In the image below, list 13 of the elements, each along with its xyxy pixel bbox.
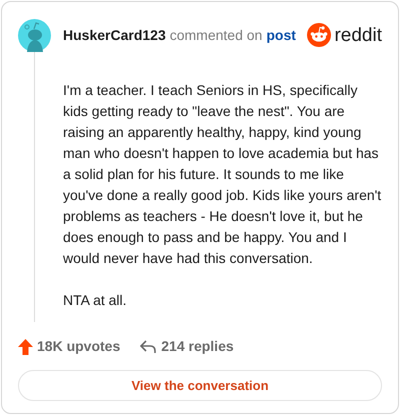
upvote-count: 18K upvotes: [37, 337, 120, 356]
reply-arrow-icon[interactable]: [140, 340, 156, 354]
post-link[interactable]: post: [266, 24, 296, 46]
comment-paragraph: NTA at all.: [63, 291, 128, 310]
reddit-wordmark: reddit: [334, 26, 382, 44]
username[interactable]: HuskerCard123: [63, 24, 166, 46]
comment-paragraph: I'm a teacher. I teach Seniors in HS, specifically kids getting ready to "leave the nest". You are raising an apparently healthy, happy, kind young man who doesn't happen to love academia but has a solid plan for his future. It sounds to me like you've done a really good job. Kids like yours aren't problems as teachers - He doesn't love it, but he does enough to pass and be happy. You and I would never have had this conversation.: [63, 81, 382, 268]
action-text: commented on: [170, 26, 262, 44]
avatar-icon: [18, 18, 51, 52]
view-conversation-button[interactable]: View the conversation: [18, 370, 382, 401]
reply-count: 214 replies: [161, 337, 234, 356]
upvote-arrow-icon[interactable]: [18, 338, 33, 354]
reddit-logo-icon: [307, 23, 332, 47]
